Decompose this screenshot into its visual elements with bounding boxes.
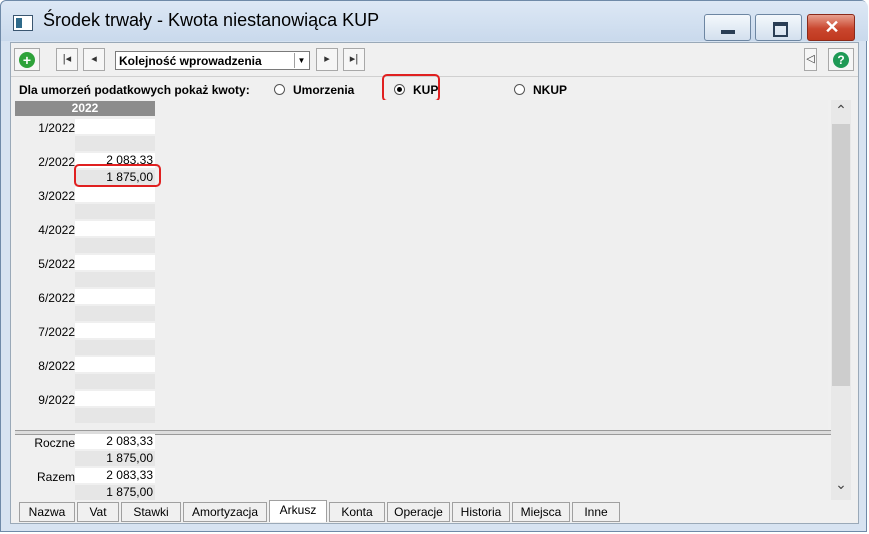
radio-dot <box>514 84 525 95</box>
last-icon: ▸| <box>349 53 359 65</box>
tab-miejsca[interactable]: Miejsca <box>512 502 570 522</box>
tab-inne[interactable]: Inne <box>572 502 620 522</box>
month-label: 5/2022 <box>38 257 75 271</box>
summary-label: Roczne <box>34 436 75 450</box>
month-label: 2/2022 <box>38 155 75 169</box>
title-bar[interactable]: Środek trwały - Kwota niestanowiąca KUP … <box>1 1 868 41</box>
tab-operacje[interactable]: Operacje <box>387 502 450 522</box>
highlight-kup <box>382 74 440 102</box>
prev-record-button[interactable]: ◂ <box>83 48 105 71</box>
maximize-button[interactable] <box>755 14 802 41</box>
highlight-amount <box>74 164 161 187</box>
month-label: 6/2022 <box>38 291 75 305</box>
order-select[interactable]: Kolejność wprowadzenia ▼ <box>115 51 310 70</box>
month-label: 8/2022 <box>38 359 75 373</box>
amount-cell[interactable] <box>75 238 155 253</box>
plus-icon: + <box>19 52 35 68</box>
help-button[interactable]: ? <box>828 48 854 71</box>
scroll-up-icon[interactable]: ⌃ <box>831 102 851 119</box>
help-icon: ? <box>833 52 849 68</box>
triangle-left-icon: ◁ <box>806 53 815 65</box>
close-icon: ✕ <box>824 17 840 37</box>
minimize-button[interactable] <box>704 14 751 41</box>
summary-cell: 1 875,00 <box>75 451 155 466</box>
amount-cell[interactable] <box>75 391 155 406</box>
amount-cell[interactable] <box>75 340 155 355</box>
close-button[interactable]: ✕ <box>807 14 855 41</box>
amount-cell[interactable] <box>75 323 155 338</box>
amount-cell[interactable] <box>75 255 155 270</box>
radio-label-nkup: NKUP <box>533 83 568 97</box>
tab-stawki[interactable]: Stawki <box>121 502 181 522</box>
radio-dot <box>274 84 285 95</box>
amount-cell[interactable] <box>75 357 155 372</box>
amount-cell[interactable] <box>75 204 155 219</box>
tab-vat[interactable]: Vat <box>77 502 119 522</box>
tab-bar: Nazwa Vat Stawki Amortyzacja Arkusz Konta Oper… <box>19 500 859 522</box>
tab-nazwa[interactable]: Nazwa <box>19 502 75 522</box>
scroll-down-icon[interactable]: ⌄ <box>831 476 851 493</box>
year-header: 2022 <box>15 101 155 116</box>
month-label: 7/2022 <box>38 325 75 339</box>
amount-cell[interactable] <box>75 408 155 423</box>
amount-cell[interactable] <box>75 221 155 236</box>
dialog-window: Środek trwały - Kwota niestanowiąca KUP … <box>0 0 868 532</box>
app-icon <box>13 15 33 31</box>
amount-cell[interactable] <box>75 374 155 389</box>
next-icon: ▸ <box>324 53 330 65</box>
radio-label-umorzenia: Umorzenia <box>293 83 355 97</box>
radio-nkup[interactable]: NKUP <box>514 83 567 97</box>
month-label: 1/2022 <box>38 121 75 135</box>
scrollbar-thumb[interactable] <box>832 124 850 386</box>
amount-cell[interactable] <box>75 289 155 304</box>
tab-konta[interactable]: Konta <box>329 502 385 522</box>
add-button[interactable]: + <box>14 48 40 71</box>
first-icon: |◂ <box>62 53 72 65</box>
tab-historia[interactable]: Historia <box>452 502 510 522</box>
side-panel-button[interactable]: ◁ <box>804 48 817 71</box>
summary-cell: 2 083,33 <box>75 468 155 483</box>
prev-icon: ◂ <box>91 53 97 65</box>
month-label: 9/2022 <box>38 393 75 407</box>
tab-amortyzacja[interactable]: Amortyzacja <box>183 502 267 522</box>
content-panel: + |◂ ◂ Kolejność wprowadzenia ▼ ▸ ▸| ◁ ?… <box>10 42 859 524</box>
summary-cell: 1 875,00 <box>75 485 155 500</box>
radio-umorzenia[interactable]: Umorzenia <box>274 83 354 97</box>
chevron-down-icon[interactable]: ▼ <box>294 53 308 68</box>
month-label: 4/2022 <box>38 223 75 237</box>
vertical-scrollbar[interactable]: ⌃ ⌄ <box>831 100 851 500</box>
last-record-button[interactable]: ▸| <box>343 48 365 71</box>
schedule-grid: 2022 1/2022 2/2022 2 083,33 1 875,00 3/2022 4… <box>15 100 828 430</box>
month-label: 3/2022 <box>38 189 75 203</box>
summary-label: Razem <box>36 470 75 484</box>
first-record-button[interactable]: |◂ <box>56 48 78 71</box>
amount-cell[interactable] <box>75 119 155 134</box>
amount-cell[interactable] <box>75 136 155 151</box>
radio-group-label: Dla umorzeń podatkowych pokaż kwoty: <box>19 83 250 97</box>
next-record-button[interactable]: ▸ <box>316 48 338 71</box>
summary-cell: 2 083,33 <box>75 434 155 449</box>
order-select-value: Kolejność wprowadzenia <box>119 54 262 68</box>
window-title: Środek trwały - Kwota niestanowiąca KUP <box>43 10 380 30</box>
tab-arkusz[interactable]: Arkusz <box>269 500 327 522</box>
amount-cell[interactable] <box>75 272 155 287</box>
toolbar: + |◂ ◂ Kolejność wprowadzenia ▼ ▸ ▸| ◁ ? <box>11 43 858 77</box>
amount-cell[interactable] <box>75 306 155 321</box>
amount-cell[interactable] <box>75 187 155 202</box>
